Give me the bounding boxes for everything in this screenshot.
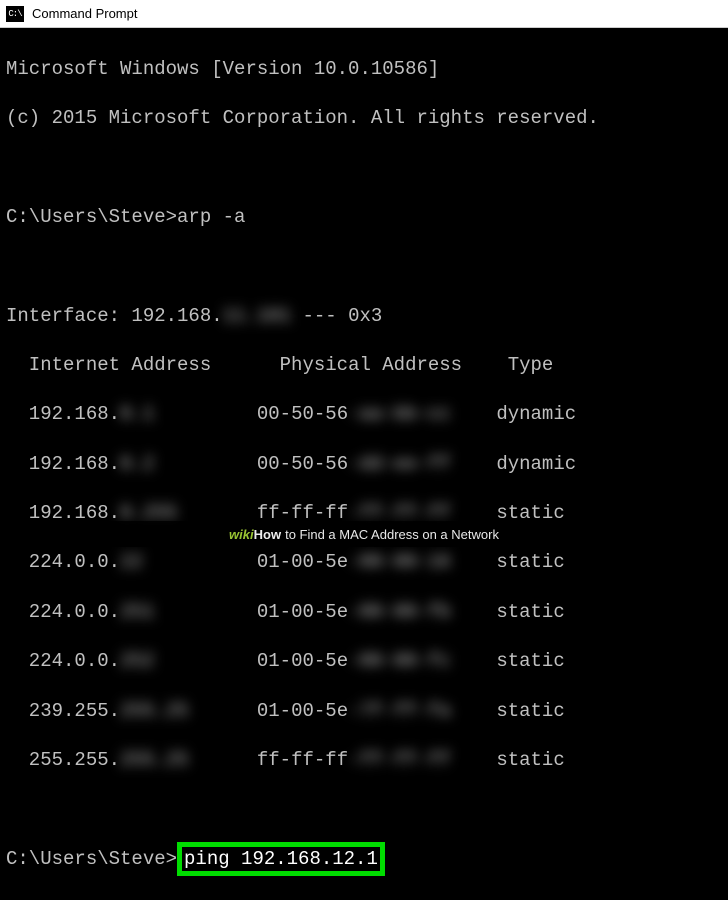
command-arp: arp -a — [177, 206, 245, 228]
header-internet: Internet Address — [6, 354, 211, 376]
redacted: 252 — [120, 650, 188, 672]
redacted: -00-00-16 — [348, 551, 451, 573]
redacted: 0.2 — [120, 453, 188, 475]
arp-row: 239.255.255.25 01-00-5e-7f-ff-fa static — [6, 699, 722, 724]
blank-line — [6, 254, 722, 279]
interface-line: Interface: 192.168.11.101 --- 0x3 — [6, 304, 722, 329]
redacted: 0.1 — [120, 403, 188, 425]
prompt-line-1: C:\Users\Steve>arp -a — [6, 205, 722, 230]
prompt-line-2: C:\Users\Steve> ping 192.168.12.1 — [6, 847, 722, 872]
highlighted-command: ping 192.168.12.1 — [177, 842, 385, 877]
prompt-path: C:\Users\Steve> — [6, 848, 177, 870]
redacted: -ff-ff-ff — [348, 749, 451, 771]
header-physical: Physical Address — [280, 354, 462, 376]
wikihow-logo-how: How — [254, 527, 281, 542]
copyright-line: (c) 2015 Microsoft Corporation. All righ… — [6, 106, 722, 131]
wikihow-logo-wiki: wiki — [229, 527, 254, 542]
redacted: 255.25 — [120, 700, 188, 722]
blank-line — [6, 797, 722, 822]
redacted: -7f-ff-fa — [348, 700, 451, 722]
arp-header: Internet Address Physical Address Type — [6, 353, 722, 378]
arp-row: 255.255.255.25 ff-ff-ff-ff-ff-ff static — [6, 748, 722, 773]
redacted: -aa-bb-cc — [348, 403, 451, 425]
window-title: Command Prompt — [32, 6, 137, 21]
redacted: -dd-ee-ff — [348, 453, 451, 475]
prompt-path: C:\Users\Steve> — [6, 206, 177, 228]
arp-row: 192.168.0.2 00-50-56-dd-ee-ff dynamic — [6, 452, 722, 477]
redacted: -00-00-fb — [348, 601, 451, 623]
cmd-icon: C:\ — [6, 6, 24, 22]
redacted: -00-00-fc — [348, 650, 451, 672]
redacted: 11.101 — [223, 305, 291, 327]
arp-row: 224.0.0.22 01-00-5e-00-00-16 static — [6, 550, 722, 575]
redacted: 251 — [120, 601, 188, 623]
redacted: 255.25 — [120, 749, 188, 771]
terminal-output[interactable]: Microsoft Windows [Version 10.0.10586] (… — [0, 28, 728, 900]
header-type: Type — [508, 354, 554, 376]
window-titlebar: C:\ Command Prompt — [0, 0, 728, 28]
command-ping: ping 192.168.12.1 — [184, 848, 378, 870]
arp-row: 224.0.0.252 01-00-5e-00-00-fc static — [6, 649, 722, 674]
caption-text: to Find a MAC Address on a Network — [285, 527, 499, 542]
blank-line — [6, 155, 722, 180]
arp-row: 224.0.0.251 01-00-5e-00-00-fb static — [6, 600, 722, 625]
caption-bar: wikiHow to Find a MAC Address on a Netwo… — [0, 521, 728, 547]
redacted: 22 — [120, 551, 188, 573]
version-line: Microsoft Windows [Version 10.0.10586] — [6, 57, 722, 82]
arp-row: 192.168.0.1 00-50-56-aa-bb-cc dynamic — [6, 402, 722, 427]
